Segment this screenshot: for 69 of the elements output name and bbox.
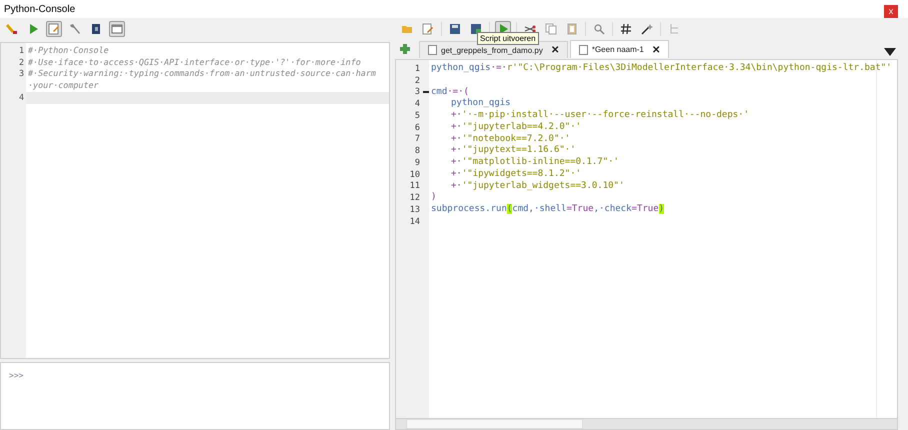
comment-line: #·Security·warning:·typing·commands·from·an·untrusted·source·can·harm·your·computer: [28, 68, 376, 92]
line-number: 6: [414, 122, 421, 133]
toolbar-button[interactable]: [468, 21, 484, 37]
line-number: 4: [414, 99, 421, 110]
play-icon: [497, 23, 509, 35]
code-line: +·'"notebook==7.2.0"·': [451, 134, 570, 144]
play-icon: [27, 23, 39, 35]
code-line: ): [431, 192, 436, 202]
document-icon: [428, 45, 437, 55]
comment-line: #·Python·Console: [28, 45, 110, 57]
document-icon: [578, 44, 588, 54]
line-number: 5: [414, 110, 421, 121]
code-line: cmd·=·(: [431, 86, 469, 96]
floppy-icon: [449, 23, 461, 35]
scissors-icon: [524, 23, 536, 35]
wand-icon: [641, 23, 653, 35]
wrench-icon: [69, 23, 81, 35]
toolbar-button[interactable]: [618, 21, 634, 37]
prompt-text: >>>: [9, 371, 24, 380]
file-tab[interactable]: *Geen naam-1 ✕: [570, 40, 669, 58]
puzzle-icon: [399, 43, 411, 55]
line-number: 10: [410, 170, 421, 180]
line-number: 12: [410, 193, 421, 204]
horizontal-scrollbar[interactable]: [395, 419, 898, 430]
code-line: +·'"matplotlib-inline==0.1.7"·': [451, 157, 619, 167]
line-number: 3: [414, 87, 421, 98]
line-number: 11: [410, 181, 421, 192]
hash-icon: [620, 23, 632, 35]
code-line: subprocess.run(cmd,·shell=True,·check=True): [431, 204, 664, 214]
window-title: Python-Console: [4, 4, 76, 14]
console-input[interactable]: >>>: [0, 362, 390, 430]
code-line: +·'"jupyterlab_widgets==3.0.10"': [451, 180, 624, 190]
close-icon[interactable]: ✕: [550, 44, 559, 56]
document-icon: [48, 23, 60, 35]
line-number: 4: [18, 92, 25, 104]
file-tab[interactable]: get_greppels_from_damo.py ✕: [419, 41, 568, 58]
window-icon: [111, 23, 123, 35]
line-number: 2: [18, 56, 25, 68]
code-line: +·'"jupytext==1.16.6"·': [451, 145, 576, 156]
floppy-icon: [470, 23, 482, 35]
code-line: +·'"ipywidgets==8.1.2"·': [451, 168, 582, 179]
close-button[interactable]: x: [884, 4, 898, 18]
code-line: +·'·-m·pip·install·--user·--force-reinstall·--no-deps·': [451, 110, 750, 120]
line-number: 2: [414, 76, 421, 86]
clipboard-icon: [566, 23, 578, 35]
tree-icon: [668, 23, 680, 35]
tooltip: Script uitvoeren: [477, 32, 539, 45]
search-icon: [593, 23, 605, 35]
folder-icon: [401, 23, 413, 35]
fold-icon[interactable]: [423, 91, 429, 94]
code-line: python_qgis·=·r'"C:\Program·Files\3DiModellerInterface·3.34\bin\python-qgis-ltr.bat"': [431, 63, 892, 73]
brush-icon: [6, 23, 18, 35]
line-number: 1: [414, 64, 421, 74]
line-number: 3: [18, 68, 25, 80]
close-icon[interactable]: ✕: [652, 44, 660, 56]
document-icon: [422, 23, 434, 35]
code-line: +·'"jupyterlab==4.2.0"·': [451, 122, 582, 132]
comment-line: #·Use·iface·to·access·QGIS·API·interface·or·type·'?'·for·more·info: [28, 56, 362, 68]
line-number: 1: [18, 45, 25, 57]
line-number: 9: [414, 158, 421, 168]
book-icon: [90, 23, 102, 35]
line-number: 13: [410, 204, 421, 215]
toolbar-button[interactable]: [447, 21, 463, 37]
copy-icon: [545, 23, 557, 35]
line-number: 7: [414, 134, 421, 144]
line-number: 14: [410, 216, 421, 227]
line-number: 8: [414, 146, 421, 156]
dropdown-icon[interactable]: [884, 48, 896, 56]
code-line: python_qgis: [451, 98, 511, 108]
